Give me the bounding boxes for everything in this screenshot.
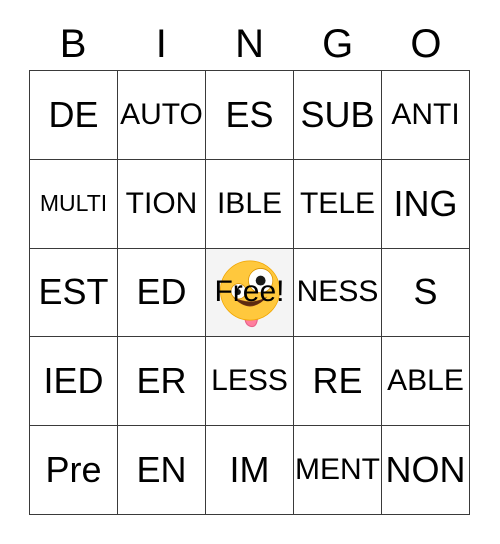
bingo-cell[interactable]: SUB	[294, 71, 382, 160]
bingo-cell-label: NESS	[296, 275, 379, 309]
bingo-cell-label: ABLE	[387, 364, 464, 398]
bingo-cell-label: Pre	[45, 449, 102, 491]
bingo-cell[interactable]: S	[382, 248, 470, 338]
bingo-row: MULTI TION IBLE TELE ING	[30, 159, 470, 249]
bingo-cell[interactable]: TION	[118, 159, 206, 249]
bingo-cell-label: DE	[48, 93, 99, 135]
bingo-cell[interactable]: DE	[30, 71, 118, 160]
bingo-card: B I N G O DE AUTO ES SUB ANTI MULTI TION…	[0, 0, 500, 544]
bingo-cell[interactable]: IED	[30, 337, 118, 427]
bingo-cell[interactable]: ES	[206, 71, 294, 160]
bingo-cell[interactable]: ANTI	[382, 71, 470, 160]
bingo-cell-label: EN	[136, 449, 187, 491]
bingo-cell[interactable]: ER	[118, 337, 206, 427]
bingo-cell[interactable]: ABLE	[382, 337, 470, 427]
bingo-cell-label: LESS	[211, 364, 288, 398]
bingo-cell-label: IBLE	[216, 186, 283, 220]
bingo-cell-label: ES	[225, 93, 274, 135]
bingo-cell[interactable]: MULTI	[30, 159, 118, 249]
bingo-cell[interactable]: RE	[294, 337, 382, 427]
bingo-header-letter-o: O	[410, 22, 442, 66]
bingo-cell-label: TION	[125, 186, 198, 220]
bingo-cell-label: EST	[38, 271, 109, 313]
bingo-header-letter-g: G	[322, 22, 354, 66]
bingo-row: DE AUTO ES SUB ANTI	[30, 71, 470, 160]
bingo-cell[interactable]: NON	[382, 426, 470, 515]
bingo-cell[interactable]: TELE	[294, 159, 382, 249]
bingo-cell[interactable]: EN	[118, 426, 206, 515]
bingo-cell[interactable]: ING	[382, 159, 470, 249]
bingo-row: IED ER LESS RE ABLE	[30, 337, 470, 427]
bingo-cell-label: IM	[229, 449, 270, 491]
bingo-cell-label: ED	[136, 271, 187, 313]
bingo-cell[interactable]: IM	[206, 426, 294, 515]
bingo-cell-label: S	[413, 271, 438, 313]
bingo-cell-label: SUB	[300, 93, 375, 135]
bingo-header-letter-i: I	[155, 22, 167, 66]
bingo-cell-label: MULTI	[39, 190, 108, 217]
bingo-cell[interactable]: NESS	[294, 248, 382, 338]
bingo-cell-label: ANTI	[391, 97, 460, 131]
bingo-cell[interactable]: MENT	[294, 426, 382, 515]
bingo-cell[interactable]: Pre	[30, 426, 118, 515]
bingo-cell[interactable]: LESS	[206, 337, 294, 427]
bingo-grid: DE AUTO ES SUB ANTI MULTI TION IBLE TELE…	[29, 70, 470, 515]
bingo-header-row: B I N G O	[29, 18, 470, 70]
bingo-free-space-label: Free!	[214, 275, 285, 309]
bingo-cell-label: ER	[136, 360, 187, 402]
bingo-cell[interactable]: IBLE	[206, 159, 294, 249]
bingo-cell-label: NON	[385, 449, 466, 491]
bingo-cell-label: IED	[43, 360, 104, 402]
bingo-cell-label: RE	[312, 360, 363, 402]
bingo-header-letter-b: B	[59, 22, 87, 66]
bingo-row: Pre EN IM MENT NON	[30, 426, 470, 515]
bingo-cell-label: ING	[393, 182, 458, 224]
bingo-cell-label: MENT	[295, 453, 380, 487]
bingo-row: EST ED Free! NESS S	[30, 248, 470, 338]
bingo-cell[interactable]: ED	[118, 248, 206, 338]
bingo-cell-label: AUTO	[120, 97, 203, 131]
bingo-cell[interactable]: AUTO	[118, 71, 206, 160]
bingo-cell-label: TELE	[299, 186, 376, 220]
bingo-cell-free-space[interactable]: Free!	[206, 248, 294, 338]
bingo-header-letter-n: N	[235, 22, 264, 66]
bingo-cell[interactable]: EST	[30, 248, 118, 338]
